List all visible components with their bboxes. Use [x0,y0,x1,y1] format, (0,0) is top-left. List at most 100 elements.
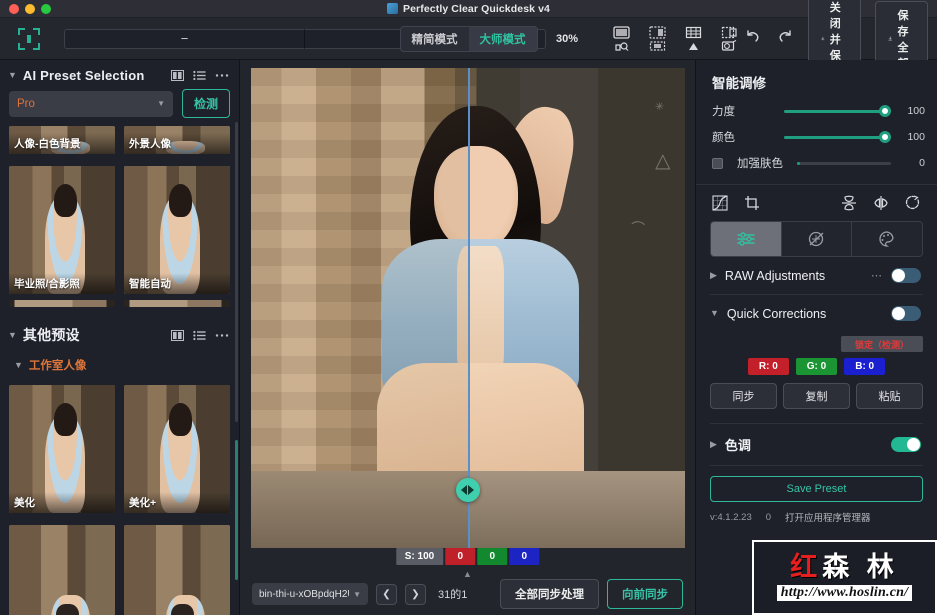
curves-icon[interactable] [712,195,728,211]
flip-horizontal-icon[interactable] [873,195,889,211]
mode-simple-button[interactable]: 精简模式 [401,27,469,51]
quick-corrections-toggle[interactable] [891,306,921,321]
accordion-divider [710,465,923,466]
more-options-icon[interactable]: ⋯ [871,269,883,282]
readout-blue: 0 [509,548,539,565]
chip-green[interactable]: G: 0 [796,358,837,375]
chevron-down-icon[interactable]: ▼ [8,331,17,340]
slider-knob[interactable] [879,105,891,117]
crop-frame-logo-icon[interactable] [18,28,40,50]
rotate-icon[interactable] [905,195,921,211]
tab-sliders[interactable] [711,222,782,256]
file-name-label: bin-thi-u-xOBpdqH2U… [259,589,349,600]
download-icon [821,33,825,44]
mode-master-button[interactable]: 大师模式 [469,27,537,51]
chevron-down-icon: ▼ [157,99,165,108]
preset-thumbnail[interactable]: 人像-白色背景 [9,126,115,154]
chevron-down-icon[interactable]: ▼ [14,361,23,370]
minimize-window-button[interactable] [25,4,35,14]
readout-red: 0 [445,548,475,565]
crop-icon[interactable] [744,195,760,211]
previous-image-button[interactable]: ❮ [376,584,397,605]
tab-noise-reduction[interactable] [782,222,853,256]
slider-fill [797,162,800,165]
crop-overlay-icon[interactable] [714,22,744,56]
redo-icon[interactable] [777,29,794,49]
save-preset-button[interactable]: Save Preset [710,476,923,502]
grid-view-icon[interactable] [171,330,184,341]
detect-button[interactable]: 检测 [182,89,230,118]
other-preset-section-title: 其他预设 [23,325,80,345]
split-view-icon[interactable] [642,22,672,56]
sync-button[interactable]: 同步 [710,383,777,409]
undo-icon[interactable] [744,29,761,49]
preset-thumbnail[interactable]: 美化+ [124,385,230,513]
zoom-out-button[interactable]: − [64,29,304,49]
ai-preset-section-header[interactable]: ▼ AI Preset Selection [0,60,239,89]
preset-thumbnail[interactable] [124,525,230,615]
mode-switch: 精简模式 大师模式 [400,26,538,52]
accordion-tone[interactable]: ▶ 色调 [696,424,937,465]
before-after-split-line[interactable] [468,68,470,548]
sync-all-button[interactable]: 全部同步处理 [500,579,599,609]
slider-track-color[interactable] [784,130,891,144]
close-window-button[interactable] [9,4,19,14]
preset-thumbnail-label: 外景人像 [124,133,230,154]
chip-blue[interactable]: B: 0 [844,358,885,375]
chevron-right-icon[interactable]: ▶ [710,271,717,280]
sync-forward-button[interactable]: 向前同步 [607,579,683,609]
left-panel-scrollbar-secondary[interactable] [235,440,238,580]
history-controls [744,29,794,49]
next-image-button[interactable]: ❯ [405,584,426,605]
left-panel-scrollbar[interactable] [235,122,238,422]
preset-thumbnail-label: 人像-白色背景 [9,133,115,154]
preset-thumbnail[interactable]: 美化 [9,385,115,513]
right-adjustments-panel: 智能调修 力度 100 颜色 100 [695,60,937,615]
more-options-icon[interactable] [215,73,229,78]
image-canvas[interactable]: ✳ △ ⌒ [251,68,685,548]
tone-toggle[interactable] [891,437,921,452]
open-app-manager-link[interactable]: 打开应用程序管理器 [785,510,871,524]
file-name-dropdown[interactable]: bin-thi-u-xOBpdqH2U… ▼ [252,583,368,605]
list-view-icon[interactable] [193,70,206,81]
preset-thumbnail[interactable]: 毕业照/合影照 [9,166,115,294]
paste-button[interactable]: 粘贴 [856,383,923,409]
list-view-icon[interactable] [193,330,206,341]
accordion-quick-corrections[interactable]: ▼ Quick Corrections [696,295,937,332]
download-icon [888,33,892,44]
slider-track-strength[interactable] [784,104,891,118]
slider-row-strength: 力度 100 [696,98,937,124]
maximize-window-button[interactable] [41,4,51,14]
chevron-down-icon[interactable]: ▼ [8,71,17,80]
grid-view-icon[interactable] [171,70,184,81]
chip-red[interactable]: R: 0 [748,358,789,375]
preset-category-dropdown[interactable]: Pro ▼ [9,91,173,117]
top-toolbar: − + 30% 精简模式 大师模式 [0,18,937,60]
preset-thumbnail[interactable] [9,525,115,615]
preset-thumbnail-selected[interactable]: 智能自动 [124,166,230,294]
split-compare-handle-icon[interactable] [456,478,480,502]
thumbnail-strip [9,300,115,307]
slider-knob[interactable] [879,131,891,143]
accordion-raw-adjustments[interactable]: ▶ RAW Adjustments ⋯ [696,257,937,294]
enhance-skin-checkbox[interactable] [712,158,723,169]
zoom-level-label: 30% [556,33,578,45]
tab-color-palette[interactable] [852,222,922,256]
before-overlay [251,68,468,548]
accordion-title: 色调 [725,435,751,454]
more-options-icon[interactable] [215,333,229,338]
copy-button[interactable]: 复制 [783,383,850,409]
raw-adjustments-toggle[interactable] [891,268,921,283]
collapse-triangle-icon[interactable]: ▲ [463,569,472,579]
preset-category-value: Pro [17,98,35,110]
other-preset-section-header[interactable]: ▼ 其他预设 [0,317,239,351]
preset-thumbnail[interactable]: 外景人像 [124,126,230,154]
flip-vertical-icon[interactable] [841,195,857,211]
preset-group-header[interactable]: ▼ 工作室人像 [0,351,239,377]
lock-detect-badge[interactable]: 锁定（检测） [841,336,923,352]
slider-track-skin-tone[interactable] [797,156,891,170]
chevron-right-icon[interactable]: ▶ [710,440,717,449]
grid-view-icon[interactable] [678,22,708,56]
single-view-icon[interactable] [606,22,636,56]
chevron-down-icon[interactable]: ▼ [710,309,719,318]
